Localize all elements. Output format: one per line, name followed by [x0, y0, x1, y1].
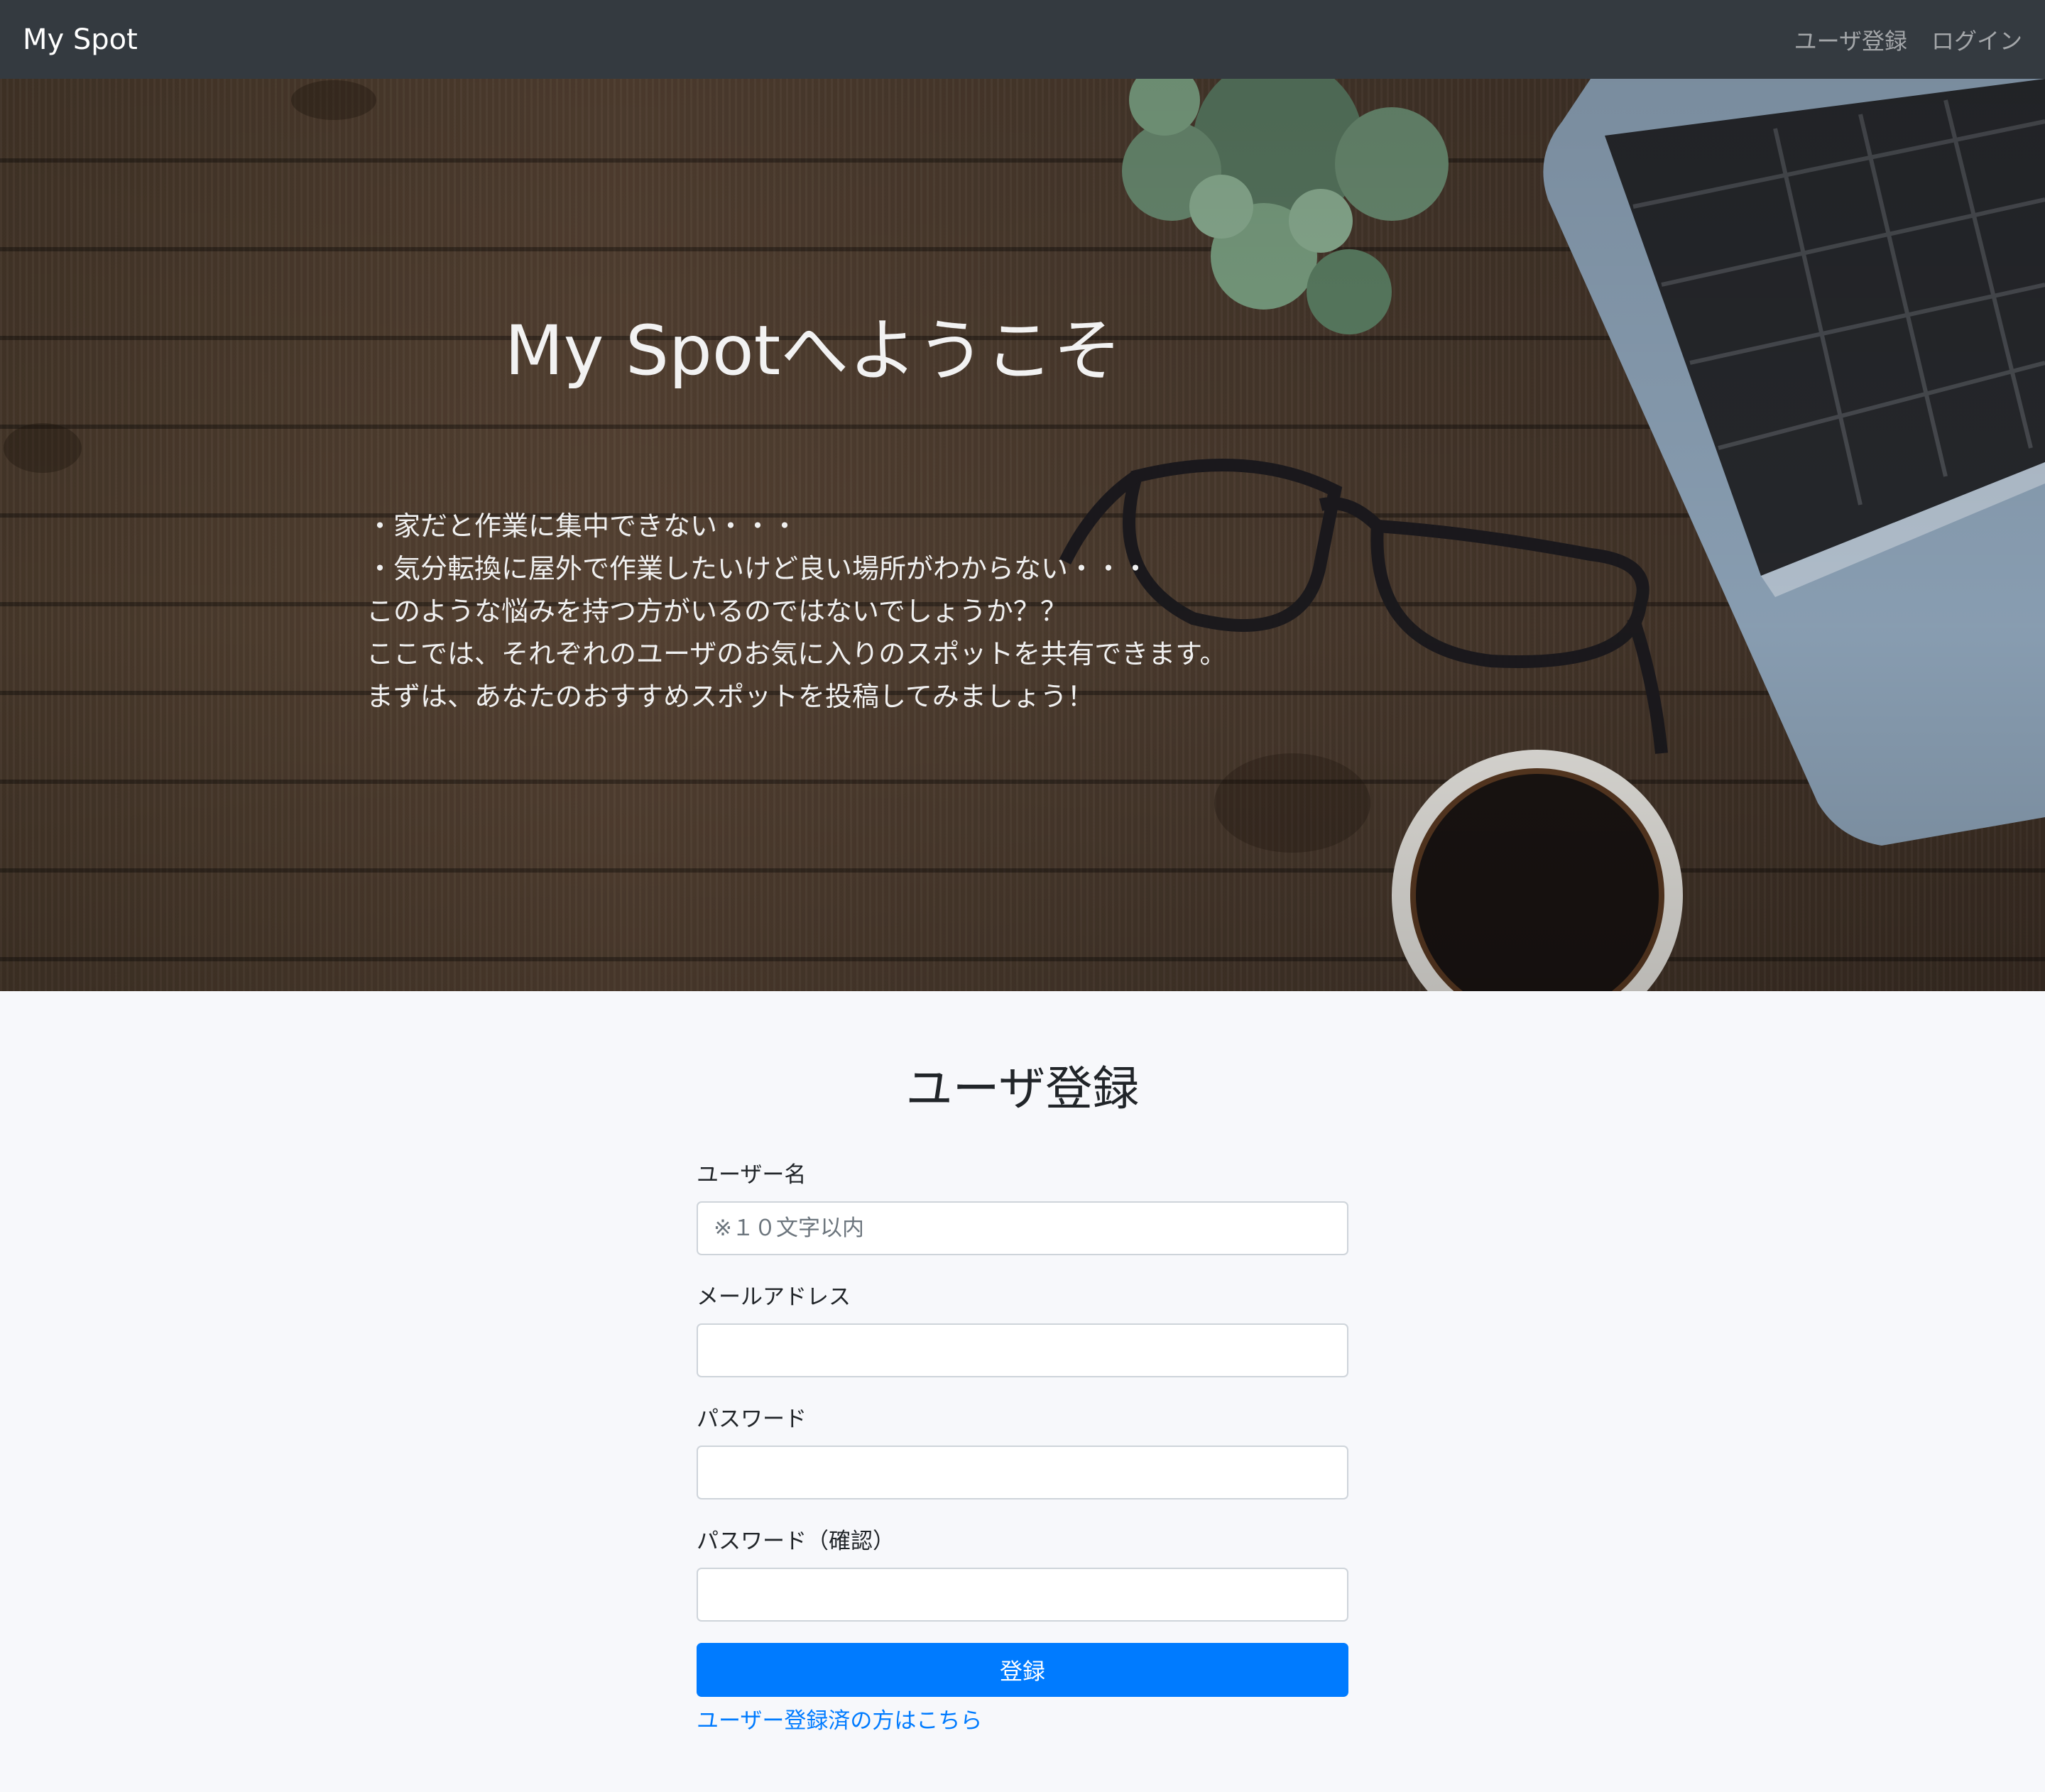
email-label: メールアドレス [697, 1284, 851, 1310]
register-button[interactable]: 登録 [697, 1643, 1348, 1697]
nav-link-register[interactable]: ユーザ登録 [1794, 23, 1907, 56]
password-input[interactable] [697, 1446, 1348, 1499]
brand-logo[interactable]: My Spot [23, 23, 138, 56]
email-input[interactable] [697, 1323, 1348, 1377]
hero-line: ここでは、それぞれのユーザのお気に入りのスポットを共有できます。 [366, 638, 1227, 670]
hero-line: このような悩みを持つ方がいるのではないでしょうか？？ [366, 596, 1067, 627]
hero-line: まずは、あなたのおすすめスポットを投稿してみましょう！ [366, 681, 1094, 712]
navbar: My Spot ユーザ登録 ログイン [0, 0, 2045, 79]
hero-description: ・家だと作業に集中できない・・・ ・気分転換に屋外で作業したいけど良い場所がわか… [366, 505, 1226, 718]
registration-title: ユーザ登録 [905, 1061, 1140, 1116]
username-input[interactable] [697, 1201, 1348, 1255]
password-label: パスワード [697, 1406, 807, 1432]
hero-banner: My Spotへようこそ ・家だと作業に集中できない・・・ ・気分転換に屋外で作… [0, 79, 2045, 991]
password-confirm-label: パスワード（確認） [697, 1529, 895, 1554]
nav-links: ユーザ登録 ログイン [1794, 23, 2022, 56]
registration-form: ユーザー名 メールアドレス パスワード パスワード（確認） 登録 ユーザー登録済… [697, 1157, 1348, 1734]
hero-line: ・家だと作業に集中できない・・・ [366, 510, 799, 542]
username-label: ユーザー名 [697, 1162, 807, 1188]
hero-title: My Spotへようこそ [504, 311, 1122, 390]
nav-link-login[interactable]: ログイン [1931, 23, 2022, 56]
login-link[interactable]: ユーザー登録済の方はこちら [697, 1703, 982, 1734]
password-confirm-input[interactable] [697, 1568, 1348, 1622]
hero-line: ・気分転換に屋外で作業したいけど良い場所がわからない・・・ [366, 553, 1150, 584]
